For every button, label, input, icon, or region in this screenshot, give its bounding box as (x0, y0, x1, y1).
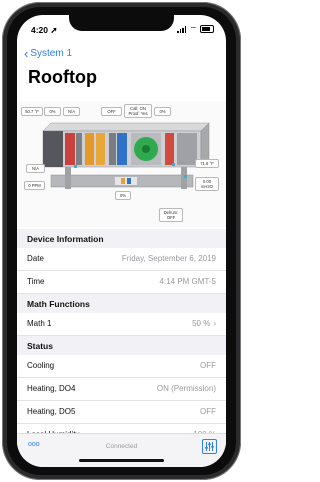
section-header-device-info: Device Information (17, 229, 226, 248)
na-top-readout[interactable]: N/A (63, 107, 80, 116)
row-value: ON (Permission) (156, 384, 216, 393)
section-header-math-functions: Math Functions (17, 294, 226, 313)
speed-readout[interactable]: 0% (115, 191, 131, 200)
wifi-icon: ⌔ (189, 24, 197, 34)
settings-sliders-button[interactable] (202, 439, 217, 454)
inh2o-readout[interactable]: 0.00 inH2O (195, 177, 219, 191)
home-indicator (79, 459, 164, 462)
app-screen: 4:20 ➚ ⌔ ‹ System 1 Rooftop 50.7 °F 0% N… (17, 15, 226, 467)
chevron-left-icon: ‹ (24, 45, 29, 61)
static-ppm-readout[interactable]: 0 PPM (24, 181, 45, 190)
row-date: Date Friday, September 6, 2019 (17, 248, 226, 271)
signal-icon (177, 25, 187, 33)
valve-readout[interactable]: 0% (154, 107, 171, 116)
row-value: 4:14 PM GMT-5 (159, 277, 216, 286)
row-label: Date (27, 254, 44, 263)
row-math-1[interactable]: Math 1 50 % › (17, 313, 226, 336)
row-value: OFF (200, 361, 216, 370)
back-button[interactable]: ‹ System 1 (24, 45, 73, 61)
supply-temp-readout[interactable]: 50.7 °F (21, 107, 43, 116)
row-time: Time 4:14 PM GMT-5 (17, 271, 226, 294)
row-value: 50 % (192, 319, 211, 328)
chevron-right-icon: › (213, 319, 216, 328)
status-time: 4:20 ➚ (31, 25, 58, 35)
rooftop-unit-diagram[interactable]: 50.7 °F 0% N/A OFF Call: ON Proof: Yes 0… (17, 101, 226, 227)
sliders-icon (205, 442, 214, 451)
row-value: Friday, September 6, 2019 (121, 254, 216, 263)
page-title: Rooftop (28, 67, 97, 87)
row-value: OFF (200, 407, 216, 416)
connection-status: Connected (105, 443, 138, 450)
fan-state-readout[interactable]: OFF (101, 107, 122, 116)
notch (69, 15, 174, 31)
location-icon: ➚ (48, 25, 58, 35)
row-cooling: Cooling OFF (17, 355, 226, 378)
back-label: System 1 (30, 48, 73, 59)
device-details-list: Device Information Date Friday, Septembe… (17, 229, 226, 447)
row-heating-do5: Heating, DO5 OFF (17, 401, 226, 424)
damper-readout[interactable]: 0% (44, 107, 61, 116)
row-value-group: 50 % › (192, 313, 216, 335)
row-label: Math 1 (27, 319, 52, 328)
na-left-readout[interactable]: N/A (26, 164, 45, 173)
bottom-toolbar: ooo Connected (17, 433, 226, 467)
row-label: Heating, DO4 (27, 384, 76, 393)
row-label: Cooling (27, 361, 55, 370)
outdoor-temp-readout[interactable]: 71.6 °F (195, 159, 219, 168)
row-heating-do4: Heating, DO4 ON (Permission) (17, 378, 226, 401)
status-icons: ⌔ (177, 25, 214, 33)
section-header-status: Status (17, 336, 226, 355)
row-label: Time (27, 277, 45, 286)
battery-icon (200, 25, 214, 33)
row-label: Heating, DO5 (27, 407, 76, 416)
call-proof-readout[interactable]: Call: ON Proof: Yes (124, 104, 152, 118)
dehum-readout[interactable]: Dehum: OFF (159, 208, 183, 222)
